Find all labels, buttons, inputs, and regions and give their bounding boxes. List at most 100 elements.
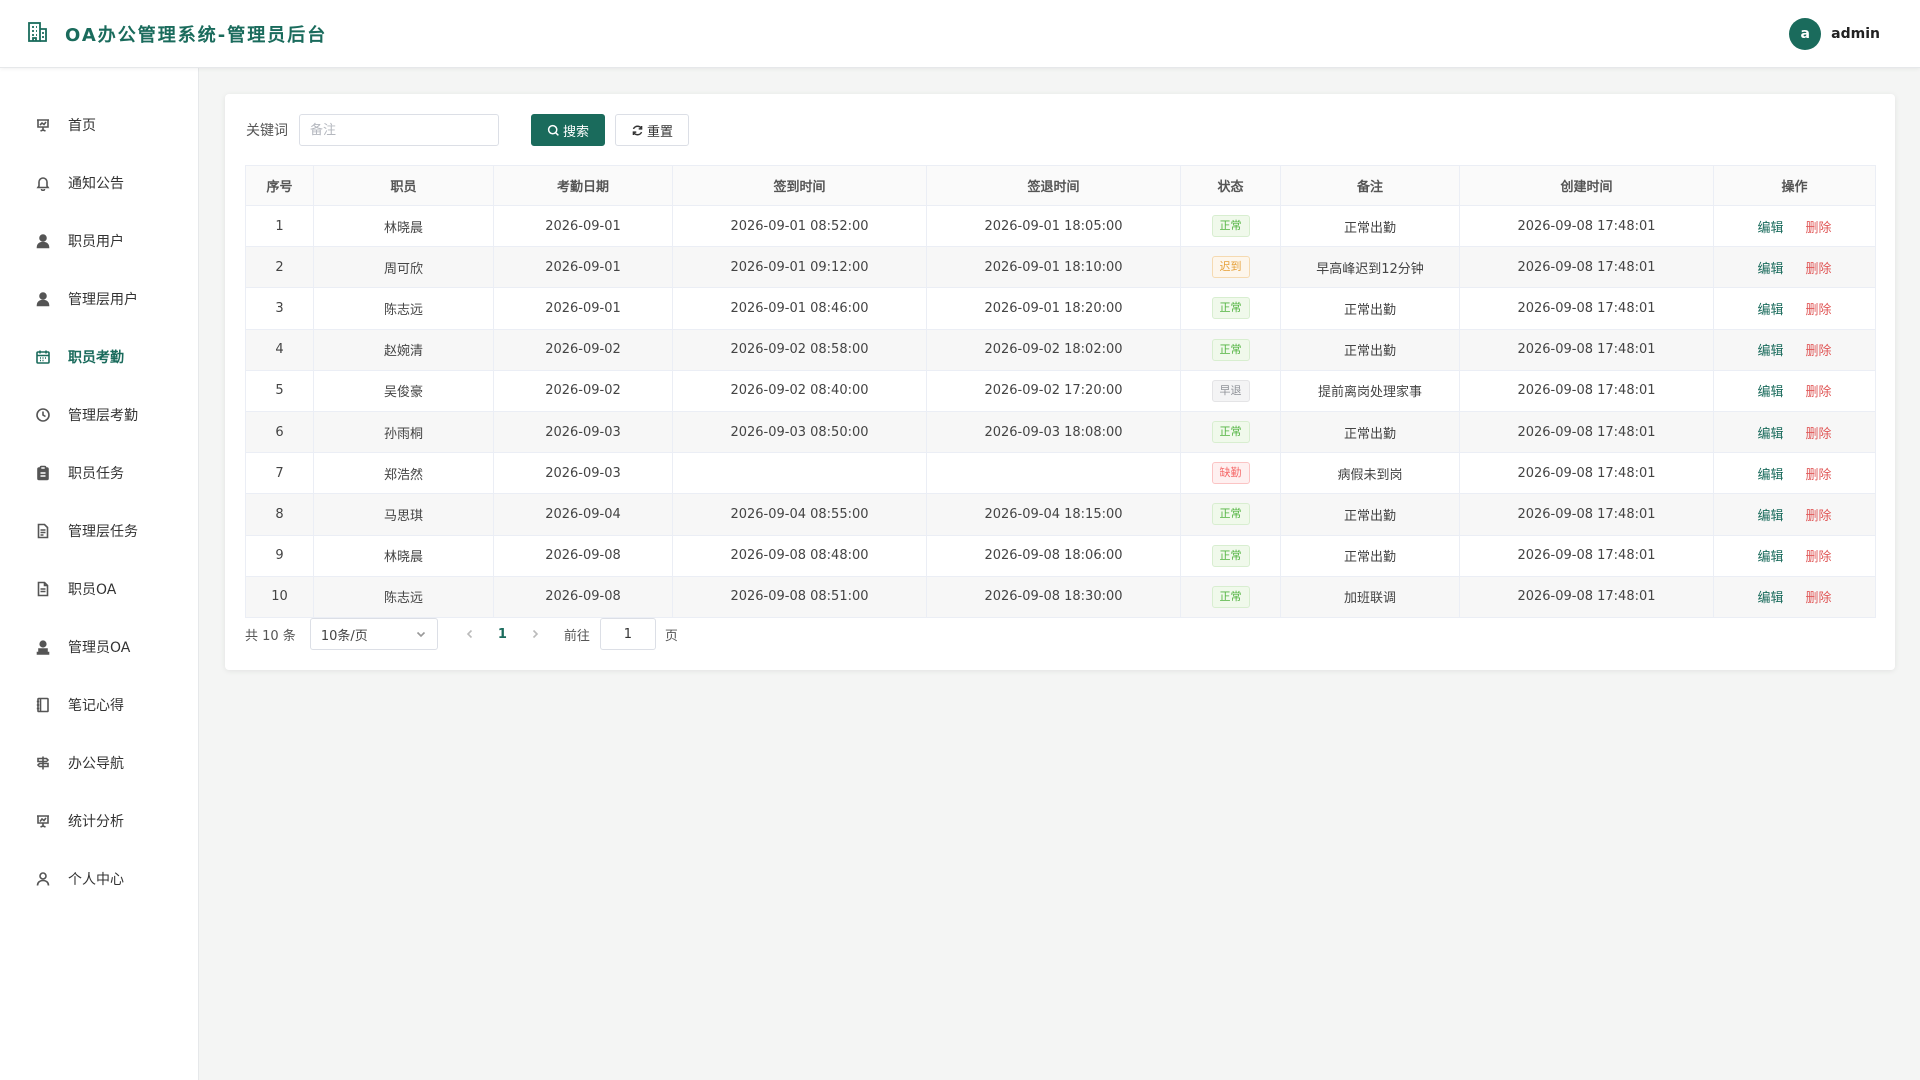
edit-button[interactable]: 编辑 (1757, 591, 1783, 606)
employee-name: 陈志远 (313, 287, 494, 330)
sidebar-item-label: 职员任务 (68, 466, 124, 482)
clock-icon (34, 406, 52, 424)
created-time: 2026-09-08 17:48:01 (1459, 410, 1714, 454)
edit-button[interactable]: 编辑 (1757, 468, 1783, 483)
username[interactable]: admin (1831, 26, 1880, 42)
row-number: 4 (245, 328, 314, 371)
person-icon (34, 870, 52, 888)
table-row: 4 赵婉清 2026-09-02 2026-09-02 08:58:00 2026-09… (245, 328, 1876, 371)
pagination: 共 10 条 10条/页 1 前往 页 (245, 618, 678, 650)
sidebar-item-6[interactable]: 职员任务 (0, 444, 198, 502)
created-time: 2026-09-08 17:48:01 (1459, 493, 1714, 536)
edit-button[interactable]: 编辑 (1757, 344, 1783, 359)
delete-button[interactable]: 删除 (1806, 262, 1832, 277)
attendance-table: 序号 职员 考勤日期 签到时间 签退时间 状态 备注 创建时间 操作 1 林晓晨 2026-09-0… (245, 165, 1876, 618)
edit-button[interactable]: 编辑 (1757, 427, 1783, 442)
created-time: 2026-09-08 17:48:01 (1459, 452, 1714, 495)
created-time: 2026-09-08 17:48:01 (1459, 328, 1714, 371)
delete-button[interactable]: 删除 (1806, 509, 1832, 524)
sidebar-item-label: 办公导航 (68, 756, 124, 772)
search-button[interactable]: 搜索 (531, 114, 606, 146)
sidebar-item-label: 管理层用户 (68, 292, 138, 308)
sidebar-item-4[interactable]: 职员考勤 (0, 328, 198, 386)
sidebar-item-7[interactable]: 管理层任务 (0, 502, 198, 560)
sidebar-item-9[interactable]: 管理员OA (0, 618, 198, 676)
edit-button[interactable]: 编辑 (1757, 262, 1783, 277)
keyword-input[interactable] (299, 114, 499, 146)
sidebar-item-0[interactable]: 首页 (0, 96, 198, 154)
sidebar-item-label: 管理员OA (68, 640, 131, 656)
user-stamp-icon (34, 638, 52, 656)
row-number: 5 (245, 369, 314, 412)
sidebar-item-1[interactable]: 通知公告 (0, 154, 198, 212)
actions-cell: 编辑 删除 (1713, 204, 1876, 248)
delete-button[interactable]: 删除 (1806, 344, 1832, 359)
sidebar-item-10[interactable]: 笔记心得 (0, 676, 198, 734)
sidebar-item-3[interactable]: 管理层用户 (0, 270, 198, 328)
status-badge: 正常 (1211, 585, 1250, 608)
created-time: 2026-09-08 17:48:01 (1459, 534, 1714, 577)
sidebar-item-5[interactable]: 管理层考勤 (0, 386, 198, 444)
sidebar-item-label: 统计分析 (68, 814, 124, 830)
status-cell: 正常 (1180, 328, 1281, 371)
next-page-button[interactable] (529, 628, 541, 640)
row-number: 3 (245, 287, 314, 330)
checkout-time: 2026-09-03 18:08:00 (926, 410, 1181, 454)
delete-button[interactable]: 删除 (1806, 385, 1832, 400)
sidebar-item-2[interactable]: 职员用户 (0, 212, 198, 270)
employee-name: 吴俊豪 (313, 369, 494, 412)
status-badge: 迟到 (1211, 256, 1250, 279)
page-number-current[interactable]: 1 (498, 627, 507, 642)
delete-button[interactable]: 删除 (1806, 591, 1832, 606)
bell-icon (34, 174, 52, 192)
delete-button[interactable]: 删除 (1806, 427, 1832, 442)
edit-button[interactable]: 编辑 (1757, 221, 1783, 236)
delete-button[interactable]: 删除 (1806, 468, 1832, 483)
reset-button-label: 重置 (647, 124, 674, 140)
status-badge: 正常 (1211, 544, 1250, 567)
row-number: 10 (245, 575, 314, 618)
remark: 正常出勤 (1280, 410, 1460, 454)
status-badge: 正常 (1211, 503, 1250, 526)
checkout-time: 2026-09-02 17:20:00 (926, 369, 1181, 412)
employee-name: 林晓晨 (313, 534, 494, 577)
reset-button[interactable]: 重置 (615, 114, 690, 146)
sidebar-item-8[interactable]: 职员OA (0, 560, 198, 618)
employee-name: 郑浩然 (313, 452, 494, 495)
app-title: OA办公管理系统-管理员后台 (65, 24, 328, 46)
sidebar-item-label: 通知公告 (68, 176, 124, 192)
table-row: 6 孙雨桐 2026-09-03 2026-09-03 08:50:00 2026-09… (245, 410, 1876, 454)
edit-button[interactable]: 编辑 (1757, 385, 1783, 400)
checkout-time: 2026-09-08 18:06:00 (926, 534, 1181, 577)
edit-button[interactable]: 编辑 (1757, 509, 1783, 524)
delete-button[interactable]: 删除 (1806, 550, 1832, 565)
file-icon (34, 580, 52, 598)
page-size-value: 10条/页 (320, 628, 368, 644)
attendance-date: 2026-09-08 (493, 575, 673, 618)
remark: 病假未到岗 (1280, 452, 1460, 495)
avatar[interactable]: a (1789, 18, 1822, 50)
remark: 提前离岗处理家事 (1280, 369, 1460, 412)
sidebar-item-label: 职员OA (68, 582, 117, 598)
sidebar-item-12[interactable]: 统计分析 (0, 792, 198, 850)
checkin-time: 2026-09-04 08:55:00 (672, 493, 927, 536)
goto-suffix: 页 (664, 628, 678, 644)
status-badge: 正常 (1211, 338, 1250, 361)
page-size-select[interactable]: 10条/页 (309, 618, 438, 650)
user-menu[interactable]: a admin (1789, 18, 1880, 50)
delete-button[interactable]: 删除 (1806, 303, 1832, 318)
sidebar-item-13[interactable]: 个人中心 (0, 850, 198, 908)
attendance-date: 2026-09-02 (493, 328, 673, 371)
delete-button[interactable]: 删除 (1806, 221, 1832, 236)
status-badge: 早退 (1211, 379, 1250, 402)
goto-page-input[interactable] (599, 618, 656, 650)
created-time: 2026-09-08 17:48:01 (1459, 575, 1714, 618)
calendar-icon (34, 348, 52, 366)
edit-button[interactable]: 编辑 (1757, 550, 1783, 565)
keyword-label: 关键词 (246, 123, 288, 139)
checkout-time: 2026-09-08 18:30:00 (926, 575, 1181, 618)
logo: OA办公管理系统-管理员后台 (26, 20, 327, 48)
sidebar-item-11[interactable]: 办公导航 (0, 734, 198, 792)
prev-page-button[interactable] (464, 628, 476, 640)
edit-button[interactable]: 编辑 (1757, 303, 1783, 318)
